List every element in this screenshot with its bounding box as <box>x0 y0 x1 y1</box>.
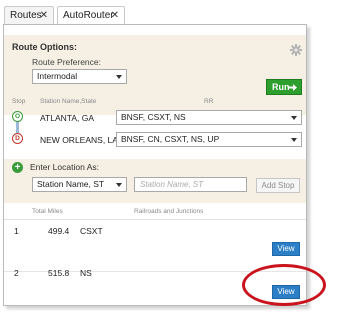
result-railroads: CSXT <box>80 226 103 236</box>
destination-marker: D <box>12 133 23 144</box>
gear-icon[interactable] <box>290 44 302 56</box>
station-column-header: Station Name,State <box>40 98 97 105</box>
result-railroads: NS <box>80 268 92 278</box>
stop-column-header: Stop <box>12 98 26 105</box>
origin-railroads-value: BNSF, CSXT, NS <box>121 112 186 122</box>
autorouter-window: Route Options: Route Preference: Intermo… <box>3 24 307 306</box>
location-input[interactable]: Station Name, ST <box>134 177 247 192</box>
location-format-value: Station Name, ST <box>37 179 105 189</box>
result-index: 1 <box>14 226 19 236</box>
add-stop-button[interactable]: Add Stop <box>256 178 300 193</box>
chevron-down-icon <box>116 183 122 187</box>
view-button[interactable]: View <box>272 242 300 256</box>
close-icon[interactable]: ✕ <box>111 7 119 24</box>
origin-railroads-select[interactable]: BNSF, CSXT, NS <box>116 110 302 125</box>
result-miles: 499.4 <box>48 226 70 236</box>
chevron-down-icon <box>291 138 297 142</box>
result-index: 2 <box>14 268 19 278</box>
origin-location[interactable]: ATLANTA, GA <box>40 113 94 123</box>
chevron-down-icon <box>291 116 297 120</box>
location-format-select[interactable]: Station Name, ST <box>32 177 127 192</box>
route-preference-select[interactable]: Intermodal <box>32 69 127 84</box>
destination-railroads-select[interactable]: BNSF, CN, CSXT, NS, UP <box>116 132 302 147</box>
origin-marker: O <box>12 111 23 122</box>
route-preference-label: Route Preference: <box>32 57 101 67</box>
tab-autorouter[interactable]: AutoRouter ✕ <box>57 6 125 25</box>
destination-location[interactable]: NEW ORLEANS, LA <box>40 135 118 145</box>
total-miles-header: Total Miles <box>32 208 63 215</box>
result-miles: 515.8 <box>48 268 70 278</box>
enter-location-label: Enter Location As: <box>30 162 99 172</box>
highlight-ellipse <box>242 264 326 306</box>
arrow-right-icon <box>288 84 297 91</box>
tab-routes[interactable]: Routes ✕ <box>4 6 54 25</box>
rr-column-header: RR <box>204 98 214 105</box>
chevron-down-icon <box>116 75 122 79</box>
route-preference-value: Intermodal <box>37 71 78 81</box>
tab-routes-label: Routes <box>10 10 42 21</box>
destination-railroads-value: BNSF, CN, CSXT, NS, UP <box>121 134 220 144</box>
plus-icon[interactable]: + <box>12 162 23 173</box>
tab-autorouter-label: AutoRouter <box>63 10 114 21</box>
run-button[interactable]: Run <box>266 79 302 95</box>
railroads-junctions-header: Railroads and Junctions <box>134 208 204 215</box>
route-options-title: Route Options: <box>12 42 77 52</box>
close-icon[interactable]: ✕ <box>40 7 48 24</box>
run-button-label: Run <box>272 82 290 92</box>
